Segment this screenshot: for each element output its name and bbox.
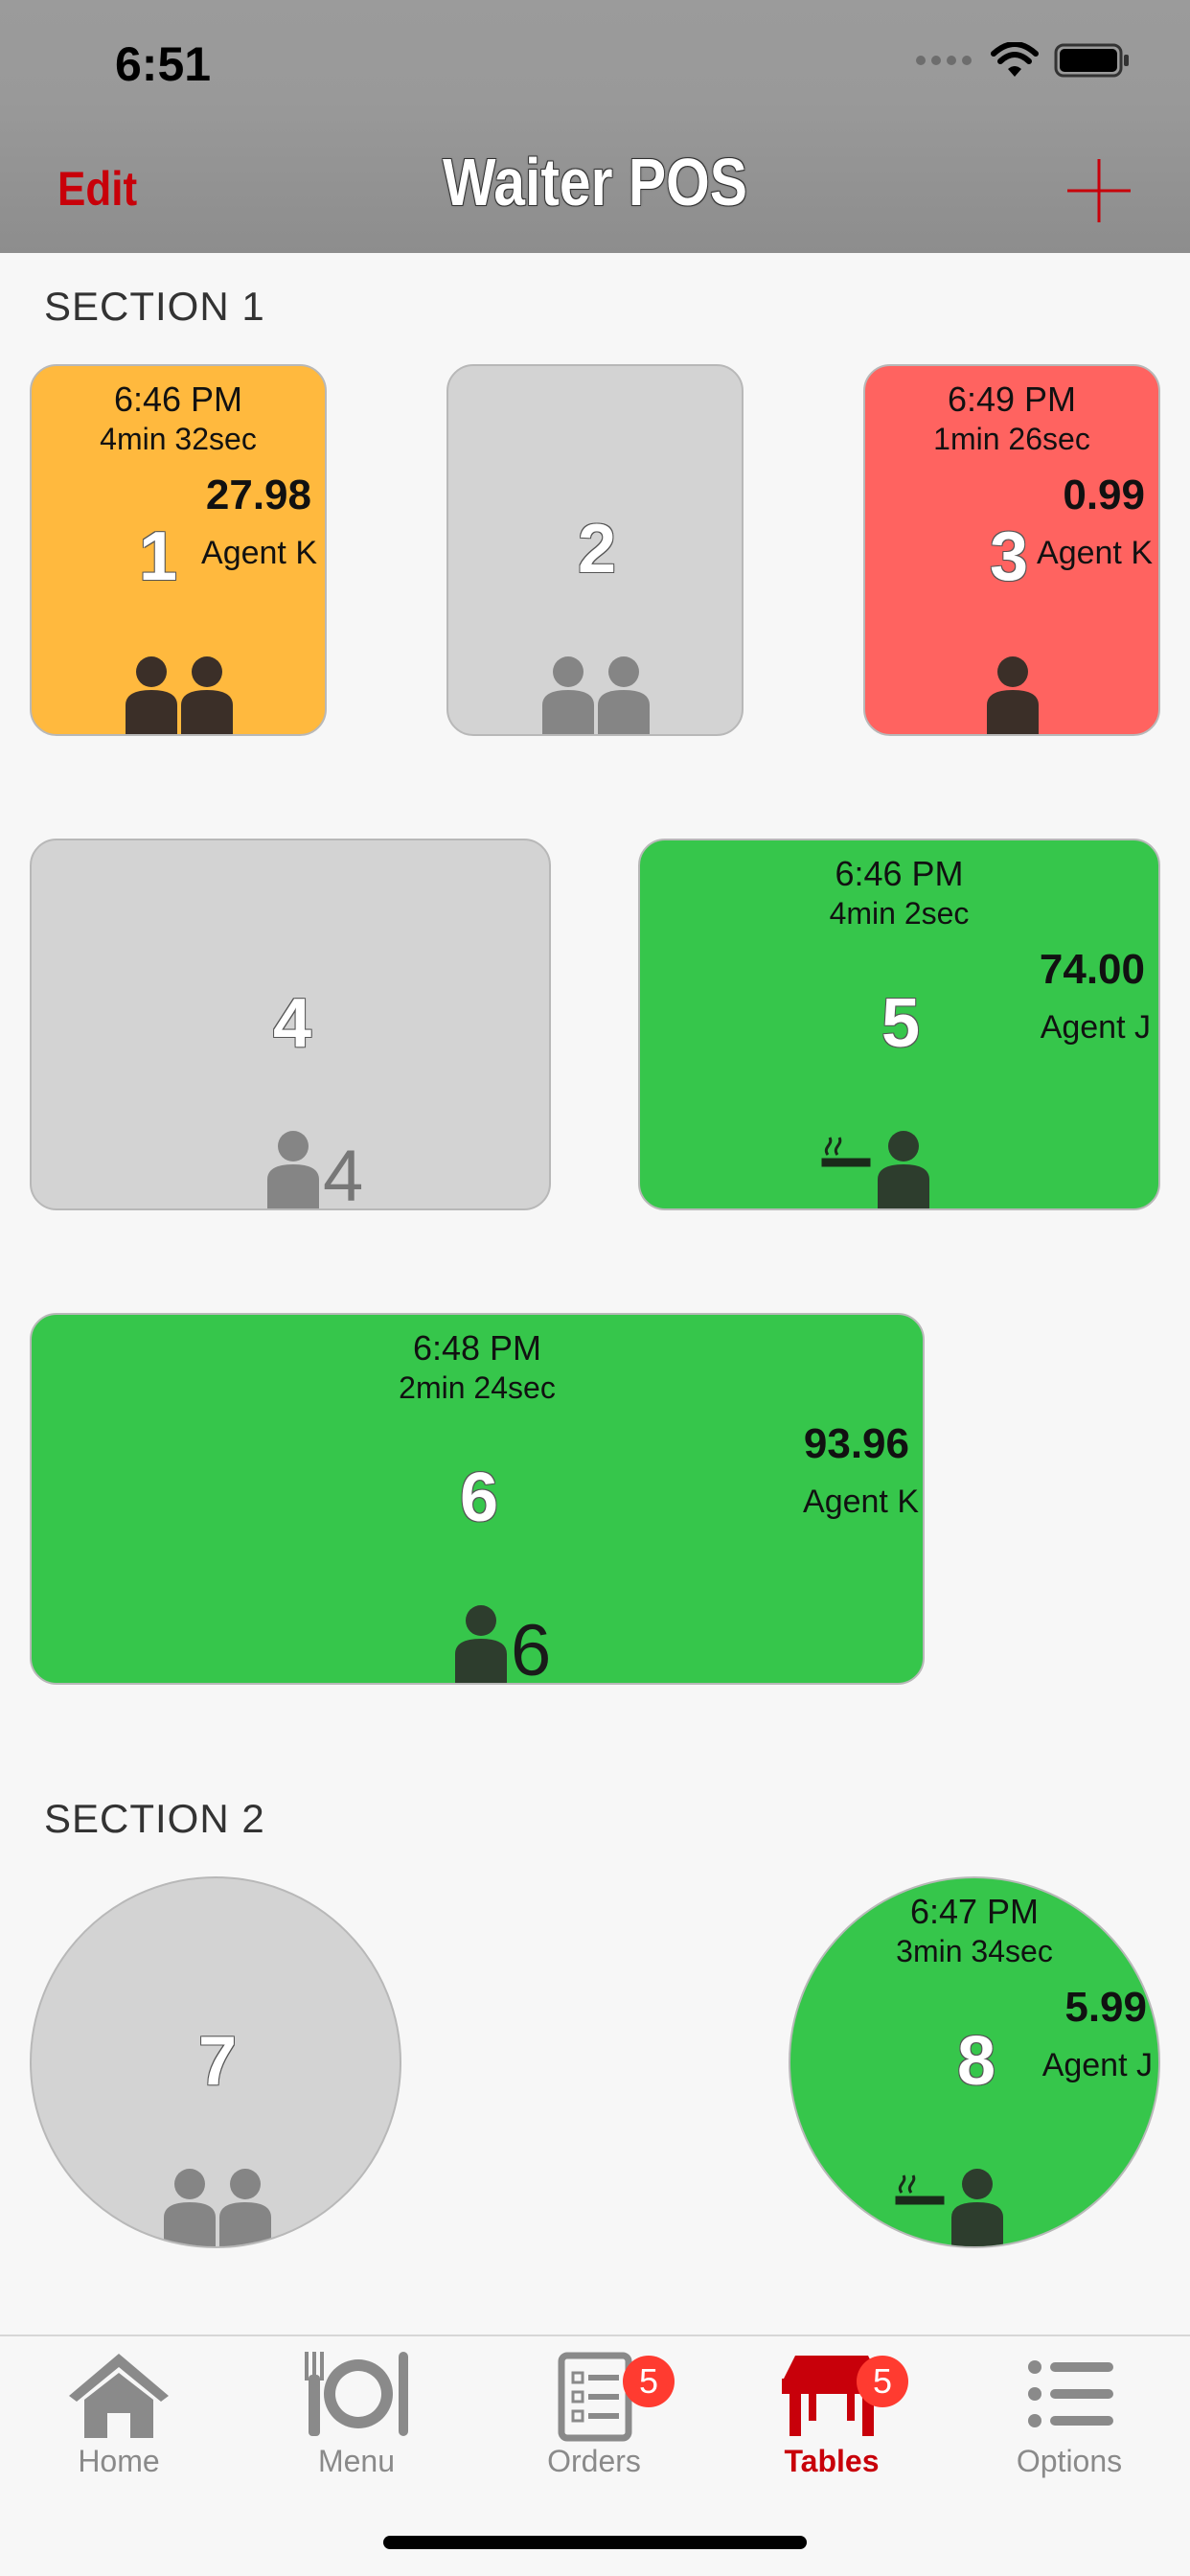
table-agent: Agent K [201,535,317,571]
person-icon [179,656,235,736]
person-icon [217,2168,273,2248]
section-header: SECTION 1 [44,284,265,329]
table-start-time: 6:48 PM [412,1328,542,1368]
table-amount: 5.99 [1064,1984,1147,2031]
table-number: 4 [272,985,312,1062]
guest-indicator [540,656,652,736]
person-icon [950,2168,1005,2248]
table-1[interactable]: 6:46 PM 4min 32sec 27.98 1 Agent K [30,364,327,736]
table-agent: Agent J [1040,1009,1151,1046]
status-time: 6:51 [115,37,212,91]
person-icon [124,656,179,736]
table-8[interactable]: 6:47 PM 3min 34sec 5.99 8 Agent J [789,1876,1160,2248]
person-icon [265,1130,321,1210]
menu-icon [305,2352,408,2436]
table-number: 6 [459,1460,499,1536]
table-agent: Agent J [1041,2047,1153,2083]
table-6[interactable]: 6:48 PM 2min 24sec 93.96 6 Agent K 6 [30,1313,925,1685]
guest-indicator [894,2168,1005,2248]
table-start-time: 6:49 PM [947,380,1077,419]
table-start-time: 6:46 PM [113,380,243,419]
smoking-icon [894,2168,946,2206]
guest-indicator [985,656,1041,736]
page-title: Waiter POS [442,145,748,219]
table-number: 7 [197,2023,238,2100]
person-icon [985,656,1041,736]
guest-indicator [162,2168,273,2248]
table-2[interactable]: 2 [446,364,744,736]
add-icon[interactable] [1064,155,1134,226]
tab-options[interactable]: Options [950,2346,1188,2490]
wifi-icon [991,42,1039,77]
table-amount: 27.98 [205,472,311,518]
table-amount: 93.96 [803,1420,909,1467]
table-elapsed-time: 4min 2sec [829,896,970,931]
table-amount: 0.99 [1063,472,1145,518]
table-agent: Agent K [1037,535,1153,571]
tab-label: Home [78,2444,160,2478]
table-number: 5 [881,985,921,1062]
guest-indicator [820,1130,931,1210]
tab-tables[interactable]: Tables 5 [713,2346,950,2490]
cellular-signal-icon [916,56,972,65]
table-3[interactable]: 6:49 PM 1min 26sec 0.99 3 Agent K [863,364,1160,736]
smoking-icon [820,1130,872,1168]
tab-label: Options [1016,2444,1123,2478]
orders-badge: 5 [623,2356,675,2407]
table-number: 2 [577,511,617,587]
status-icons [916,42,1131,79]
table-number: 1 [139,518,178,595]
table-start-time: 6:47 PM [909,1892,1040,1931]
tab-home[interactable]: Home [0,2346,238,2490]
table-5[interactable]: 6:46 PM 4min 2sec 74.00 5 Agent J [638,839,1160,1210]
table-elapsed-time: 2min 24sec [399,1370,556,1405]
table-agent: Agent K [803,1484,919,1520]
table-elapsed-time: 4min 32sec [100,422,257,456]
tab-label: Tables [784,2444,880,2478]
guest-count: 6 [511,1610,552,1685]
table-amount: 74.00 [1039,946,1145,993]
tab-label: Orders [547,2444,641,2478]
table-elapsed-time: 3min 34sec [896,1934,1053,1968]
guest-count: 4 [323,1136,364,1210]
table-number: 3 [990,518,1029,595]
tab-orders[interactable]: Orders 5 [475,2346,713,2490]
table-4[interactable]: 4 4 [30,839,551,1210]
person-icon [876,1130,931,1210]
options-icon [1028,2360,1113,2427]
battery-icon [1054,43,1129,78]
tables-badge: 5 [857,2356,908,2407]
table-elapsed-time: 1min 26sec [933,422,1090,456]
person-icon [540,656,596,736]
guest-indicator: 6 [453,1604,552,1685]
home-indicator [383,2536,807,2549]
person-icon [162,2168,217,2248]
section-header: SECTION 2 [44,1796,265,1841]
home-icon [69,2354,169,2438]
guest-indicator [124,656,235,736]
table-start-time: 6:46 PM [835,854,964,893]
person-icon [596,656,652,736]
table-number: 8 [956,2023,996,2100]
tab-menu[interactable]: Menu [238,2346,475,2490]
table-7[interactable]: 7 [30,1876,401,2248]
person-icon [453,1604,509,1685]
guest-indicator: 4 [265,1130,364,1210]
navigation-bar: 6:51 Edit Waiter POS [0,0,1190,253]
tab-label: Menu [317,2444,396,2478]
